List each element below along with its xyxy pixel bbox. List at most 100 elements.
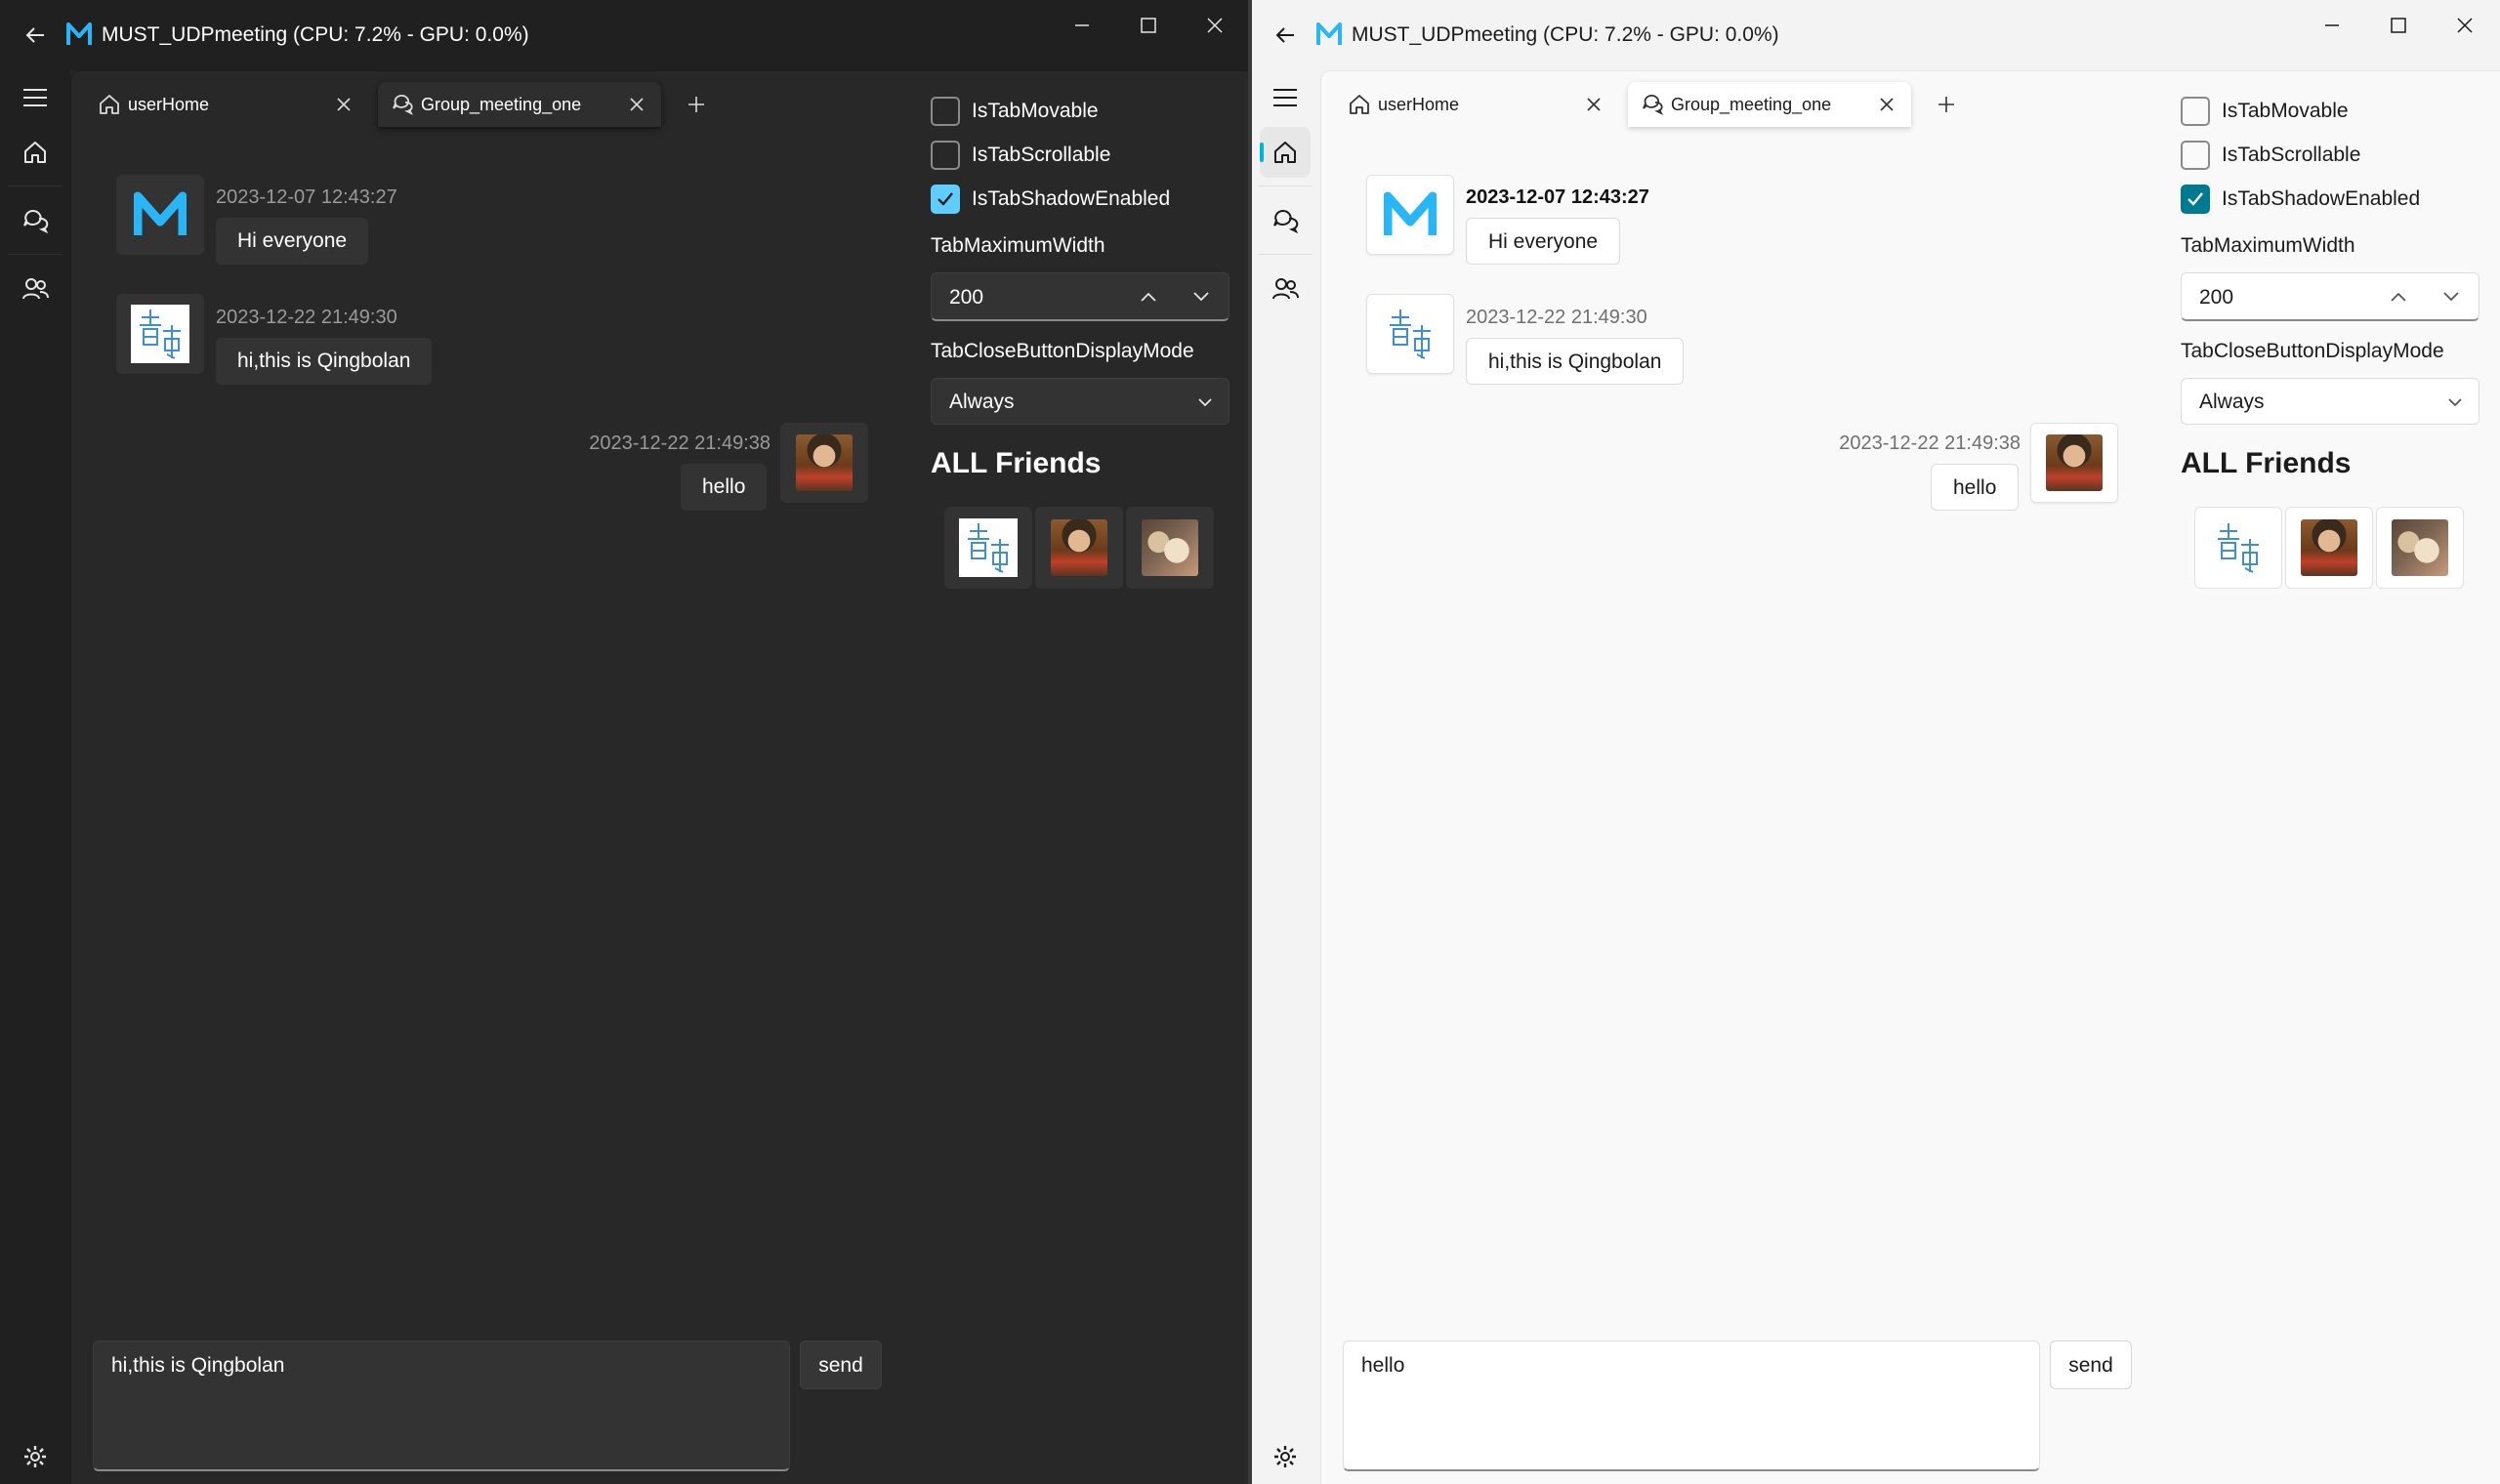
close-icon xyxy=(2457,18,2473,33)
chevron-down-icon xyxy=(2443,292,2459,302)
chevron-up-icon xyxy=(1141,292,1156,302)
tab-close-mode-combobox[interactable]: Always xyxy=(931,378,1229,425)
avatar xyxy=(1366,175,1454,255)
menu-icon xyxy=(1273,89,1297,106)
friend-avatar[interactable] xyxy=(2285,507,2373,589)
minimize-button[interactable] xyxy=(1053,6,1111,45)
checkbox-istabmovable[interactable]: IsTabMovable xyxy=(931,97,1185,126)
selection-indicator xyxy=(1260,143,1264,162)
spin-down-button[interactable] xyxy=(1186,283,1217,310)
close-icon xyxy=(1207,18,1223,33)
minimize-icon xyxy=(1075,24,1089,26)
tab-userhome[interactable]: userHome xyxy=(85,82,368,127)
cat-photo-image xyxy=(1142,519,1198,576)
maximize-icon xyxy=(2391,18,2406,33)
checkbox-istabmovable[interactable]: IsTabMovable xyxy=(2181,97,2435,126)
nav-chat[interactable] xyxy=(10,195,61,246)
nav-home[interactable] xyxy=(10,127,61,178)
add-tab-button[interactable] xyxy=(677,85,716,124)
back-button[interactable] xyxy=(1268,18,1303,53)
nav-friends[interactable] xyxy=(1260,264,1311,314)
maximize-button[interactable] xyxy=(2369,6,2428,45)
checkbox-istabscrollable[interactable]: IsTabScrollable xyxy=(931,141,1185,170)
friend-avatar[interactable] xyxy=(2194,507,2282,589)
nav-friends[interactable] xyxy=(10,264,61,314)
arrow-left-icon xyxy=(25,27,44,43)
girl-photo-image xyxy=(2301,519,2357,576)
content-area: userHome Group_meeting_one 2023-12-07 12… xyxy=(70,70,1250,1484)
message-timestamp: 2023-12-22 21:49:38 xyxy=(1839,433,2021,454)
close-window-button[interactable] xyxy=(2436,6,2494,45)
message-input[interactable]: hello xyxy=(1343,1340,2040,1471)
friend-avatar[interactable] xyxy=(944,507,1032,589)
avatar xyxy=(116,175,204,255)
plus-icon xyxy=(688,97,704,112)
tab-close-mode-combobox[interactable]: Always xyxy=(2181,378,2479,425)
nav-home[interactable] xyxy=(1260,127,1311,178)
nav-rail xyxy=(0,70,70,1484)
checkbox-istabshadowenabled[interactable]: IsTabShadowEnabled xyxy=(931,185,1185,214)
home-icon xyxy=(1350,95,1369,114)
numberbox-value: 200 xyxy=(949,286,984,309)
settings-icon xyxy=(24,1446,46,1467)
message-bubble: hello xyxy=(1931,464,2020,511)
checkbox-istabshadowenabled[interactable]: IsTabShadowEnabled xyxy=(2181,185,2435,214)
chevron-down-icon xyxy=(2441,389,2469,416)
tab-label: Group_meeting_one xyxy=(1671,95,1832,114)
friends-icon xyxy=(1272,278,1299,300)
avatar xyxy=(116,294,204,374)
checkbox-label: IsTabShadowEnabled xyxy=(2222,187,2421,210)
friends-heading: ALL Friends xyxy=(931,447,1102,479)
m-logo-icon xyxy=(1384,191,1437,235)
spin-down-button[interactable] xyxy=(2436,283,2467,310)
spin-up-button[interactable] xyxy=(2383,283,2414,310)
friend-avatar[interactable] xyxy=(1035,507,1123,589)
settings-button[interactable] xyxy=(1260,1431,1311,1482)
tab-close-button[interactable] xyxy=(1874,92,1899,117)
app-logo xyxy=(1316,22,1342,45)
checkbox-istabscrollable[interactable]: IsTabScrollable xyxy=(2181,141,2435,170)
add-tab-button[interactable] xyxy=(1927,85,1966,124)
tab-max-width-numberbox[interactable]: 200 xyxy=(2181,272,2479,321)
nav-chat[interactable] xyxy=(1260,195,1311,246)
tab-group-meeting[interactable]: Group_meeting_one xyxy=(1628,82,1911,127)
chevron-up-icon xyxy=(2391,292,2406,302)
send-button[interactable]: send xyxy=(2050,1340,2132,1389)
back-button[interactable] xyxy=(18,18,53,53)
chat-icon xyxy=(1273,209,1299,233)
tab-close-button[interactable] xyxy=(331,92,356,117)
message-input[interactable]: hi,this is Qingbolan xyxy=(93,1340,790,1471)
settings-button[interactable] xyxy=(10,1431,61,1482)
qing-calligraphy-image xyxy=(959,518,1018,577)
title-bar: MUST_UDPmeeting (CPU: 7.2% - GPU: 0.0%) xyxy=(0,0,1250,70)
minimize-button[interactable] xyxy=(2303,6,2361,45)
checkbox-label: IsTabScrollable xyxy=(2222,144,2361,166)
tab-max-width-numberbox[interactable]: 200 xyxy=(931,272,1229,321)
tab-userhome[interactable]: userHome xyxy=(1335,82,1618,127)
tab-group-meeting[interactable]: Group_meeting_one xyxy=(378,82,661,127)
menu-button[interactable] xyxy=(1260,72,1311,123)
message-timestamp: 2023-12-22 21:49:30 xyxy=(216,307,397,328)
window-divider xyxy=(1248,0,1252,1484)
checkbox-box xyxy=(931,185,960,214)
spin-up-button[interactable] xyxy=(1133,283,1164,310)
tab-close-button[interactable] xyxy=(624,92,649,117)
friend-avatar[interactable] xyxy=(2376,507,2464,589)
close-window-button[interactable] xyxy=(1186,6,1244,45)
friend-avatar[interactable] xyxy=(1126,507,1214,589)
chat-icon xyxy=(23,209,49,233)
send-button[interactable]: send xyxy=(800,1340,882,1389)
tab-close-button[interactable] xyxy=(1581,92,1606,117)
message-bubble: Hi everyone xyxy=(216,218,369,265)
girl-photo-image xyxy=(2046,434,2103,491)
checkbox-box xyxy=(931,141,960,170)
avatar xyxy=(780,423,868,503)
maximize-button[interactable] xyxy=(1119,6,1178,45)
checkbox-label: IsTabMovable xyxy=(972,100,1099,122)
chat-icon xyxy=(393,95,413,115)
window-title: MUST_UDPmeeting (CPU: 7.2% - GPU: 0.0%) xyxy=(102,23,529,46)
tab-label: userHome xyxy=(128,95,210,114)
menu-button[interactable] xyxy=(10,72,61,123)
home-icon xyxy=(1274,142,1296,163)
chevron-down-icon xyxy=(1191,389,1219,416)
